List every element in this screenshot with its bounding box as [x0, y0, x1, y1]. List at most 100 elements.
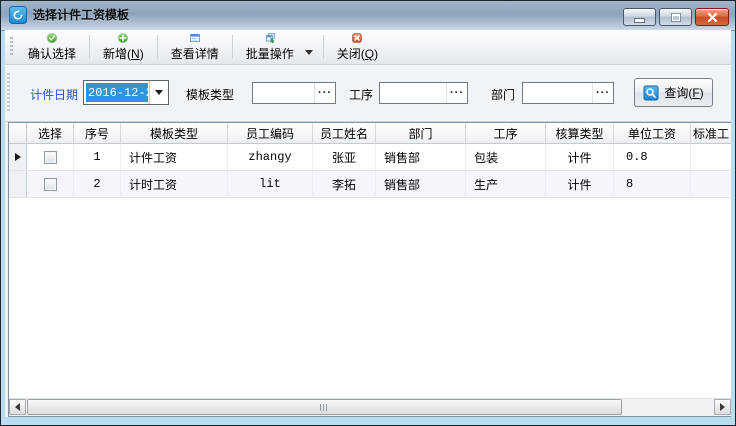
grid-header-row: 选择 序号 模板类型 员工编码 员工姓名 部门 工序 核算类型 单位工资 标准工… [9, 123, 731, 144]
minimize-icon [634, 18, 645, 23]
chevron-down-icon [155, 90, 163, 95]
piece-date-value: 2016-12-21 [86, 83, 148, 102]
dept-cell: 销售部 [376, 171, 466, 197]
department-label: 部门 [491, 86, 515, 103]
thumb-grip-icon [320, 404, 329, 411]
table-row[interactable]: 2 计时工资 lit 李拓 销售部 生产 计件 8 [9, 171, 731, 198]
main-toolbar: 确认选择 新增(N) 查看详 [5, 30, 731, 65]
scroll-left-icon [15, 403, 20, 411]
grid-empty-area [9, 198, 731, 398]
column-header-seq[interactable]: 序号 [74, 123, 121, 143]
add-new-button[interactable]: 新增(N) [92, 30, 155, 64]
row-indicator-cell [9, 144, 27, 170]
column-header-calc[interactable]: 核算类型 [546, 123, 614, 143]
seq-cell: 2 [74, 171, 121, 197]
batch-windows-icon [261, 32, 279, 44]
minimize-button[interactable] [623, 8, 656, 26]
template-cell: 计件工资 [121, 144, 228, 170]
filter-bar: 计件日期 2016-12-21 模板类型 ··· 工序 ··· 部门 ··· [5, 65, 731, 122]
department-ellipsis-button[interactable]: ··· [592, 83, 613, 103]
process-input[interactable]: ··· [379, 82, 468, 104]
process-label: 工序 [349, 86, 373, 103]
close-button[interactable] [695, 8, 729, 26]
process-ellipsis-button[interactable]: ··· [446, 83, 467, 103]
code-cell: zhangy [228, 144, 313, 170]
view-details-label: 查看详情 [171, 45, 219, 62]
close-red-icon [348, 32, 366, 44]
scrollbar-thumb[interactable] [27, 399, 622, 415]
process-cell: 生产 [466, 171, 546, 197]
row-checkbox[interactable] [44, 151, 57, 164]
app-logo-icon [9, 6, 27, 24]
scroll-right-button[interactable] [714, 399, 731, 415]
maximize-button[interactable] [659, 8, 692, 26]
row-select-cell [27, 171, 74, 197]
confirm-select-button[interactable]: 确认选择 [17, 30, 87, 64]
batch-operation-label: 批量操作 [246, 45, 294, 62]
code-cell: lit [228, 171, 313, 197]
name-cell: 李拓 [313, 171, 376, 197]
close-dialog-button[interactable]: 关闭(Q) [326, 30, 389, 64]
scroll-right-icon [720, 403, 725, 411]
header-indicator-cell [9, 123, 27, 143]
dialog-window: 选择计件工资模板 确认选择 [0, 0, 736, 426]
toolbar-separator [323, 35, 324, 59]
process-cell: 包装 [466, 144, 546, 170]
toolbar-separator [157, 35, 158, 59]
dept-cell: 销售部 [376, 144, 466, 170]
piece-date-combobox[interactable]: 2016-12-21 [83, 80, 169, 105]
row-select-cell [27, 144, 74, 170]
column-header-process[interactable]: 工序 [466, 123, 546, 143]
row-indicator-cell [9, 171, 27, 197]
client-area: 确认选择 新增(N) 查看详 [5, 30, 731, 417]
piece-date-label: 计件日期 [30, 86, 78, 103]
close-dialog-label: 关闭(Q) [337, 45, 378, 62]
name-cell: 张亚 [313, 144, 376, 170]
row-checkbox[interactable] [44, 178, 57, 191]
column-header-template[interactable]: 模板类型 [121, 123, 228, 143]
template-type-input[interactable]: ··· [252, 82, 336, 104]
piece-date-dropdown-button[interactable] [149, 81, 168, 104]
caption-buttons [623, 8, 729, 26]
toolbar-grip [10, 37, 13, 57]
search-icon [643, 85, 659, 101]
details-window-icon [186, 32, 204, 44]
column-header-code[interactable]: 员工编码 [228, 123, 313, 143]
template-type-ellipsis-button[interactable]: ··· [314, 83, 335, 103]
department-input[interactable]: ··· [522, 82, 614, 104]
template-grid: 选择 序号 模板类型 员工编码 员工姓名 部门 工序 核算类型 单位工资 标准工… [8, 122, 731, 417]
add-new-label: 新增(N) [103, 45, 144, 62]
confirm-check-icon [43, 32, 61, 44]
template-type-label: 模板类型 [186, 86, 234, 103]
query-button[interactable]: 查询(F) [634, 78, 713, 107]
unit-wage-cell: 8 [614, 171, 691, 197]
column-header-select[interactable]: 选择 [27, 123, 74, 143]
calc-cell: 计件 [546, 144, 614, 170]
calc-cell: 计件 [546, 171, 614, 197]
query-label: 查询(F) [664, 84, 703, 101]
column-header-name[interactable]: 员工姓名 [313, 123, 376, 143]
batch-dropdown-arrow[interactable] [305, 50, 313, 55]
toolbar-separator [232, 35, 233, 59]
scroll-left-button[interactable] [9, 399, 26, 415]
window-title: 选择计件工资模板 [33, 1, 129, 30]
std-wage-cell [691, 144, 729, 170]
column-header-std[interactable]: 标准工资 [691, 123, 729, 143]
template-cell: 计时工资 [121, 171, 228, 197]
table-row[interactable]: 1 计件工资 zhangy 张亚 销售部 包装 计件 0.8 [9, 144, 731, 171]
title-bar: 选择计件工资模板 [1, 1, 735, 31]
view-details-button[interactable]: 查看详情 [160, 30, 230, 64]
toolbar-separator [89, 35, 90, 59]
horizontal-scrollbar[interactable] [9, 398, 731, 416]
seq-cell: 1 [74, 144, 121, 170]
unit-wage-cell: 0.8 [614, 144, 691, 170]
confirm-select-label: 确认选择 [28, 45, 76, 62]
close-x-icon [707, 12, 718, 23]
std-wage-cell [691, 171, 729, 197]
batch-operation-button[interactable]: 批量操作 [235, 30, 305, 64]
add-plus-icon [114, 32, 132, 44]
column-header-dept[interactable]: 部门 [376, 123, 466, 143]
column-header-unit[interactable]: 单位工资 [614, 123, 691, 143]
filter-grip [7, 73, 10, 113]
department-value [523, 83, 592, 103]
